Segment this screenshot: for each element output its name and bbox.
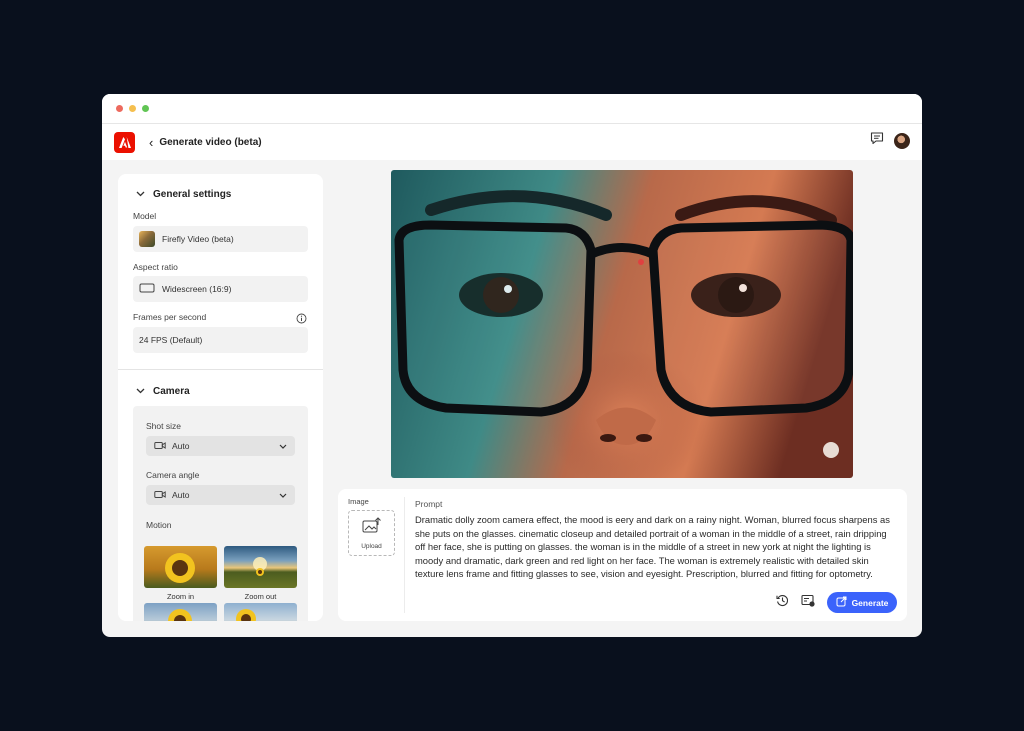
motion-label: Motion [146,520,172,530]
motion-option-label: Zoom in [166,592,195,601]
section-divider [118,369,323,370]
motion-option-zoom-out[interactable] [224,546,297,588]
shot-size-value: Auto [172,441,190,451]
prompt-actions: Generate [776,592,897,613]
upload-label: Upload [361,542,382,550]
model-thumbnail-icon [139,231,155,247]
generate-icon [836,596,847,609]
shot-size-label: Shot size [146,421,181,431]
model-select[interactable]: Firefly Video (beta) [133,226,308,252]
history-icon[interactable] [776,594,789,612]
upload-image-icon [362,516,382,539]
page-title: Generate video (beta) [159,136,262,148]
general-settings-heading: General settings [153,189,232,200]
image-label: Image [348,497,369,506]
user-avatar[interactable] [894,133,910,149]
chevron-down-icon [279,490,287,500]
app-header: ‹ Generate video (beta) [102,124,922,160]
video-preview[interactable] [391,170,853,478]
camera-angle-value: Auto [172,490,190,500]
camera-heading: Camera [153,386,190,397]
motion-option-3[interactable] [144,603,217,621]
prompt-card: Image Upload Prompt Dramatic dolly zoom … [338,489,907,621]
minimize-window-button[interactable] [129,105,136,112]
settings-sidebar: General settings Model Firefly Video (be… [118,174,323,621]
window-titlebar [102,94,922,124]
sunflower-image [168,609,192,621]
sunflower-image [253,557,267,576]
motion-option-zoom-in[interactable] [144,546,217,588]
chevron-down-icon [136,189,145,200]
sunflower-image [165,553,195,583]
fps-value: 24 FPS (Default) [139,335,203,345]
camera-angle-label: Camera angle [146,470,200,480]
prompt-label: Prompt [415,499,443,509]
general-settings-header[interactable]: General settings [136,189,231,200]
feedback-icon[interactable] [870,132,884,150]
aspect-ratio-select[interactable]: Widescreen (16:9) [133,276,308,302]
model-value: Firefly Video (beta) [162,234,234,244]
chevron-down-icon [136,386,145,397]
model-label: Model [133,211,157,221]
maximize-window-button[interactable] [142,105,149,112]
sunflower-image [236,609,256,621]
aspect-ratio-label: Aspect ratio [133,262,178,272]
camera-panel: Shot size Auto Camera angle Auto Motion … [133,406,308,621]
card-divider [404,497,405,613]
aspect-ratio-value: Widescreen (16:9) [162,284,232,294]
prompt-settings-icon[interactable] [801,594,815,612]
adobe-logo-icon[interactable] [114,131,135,153]
generate-button[interactable]: Generate [827,592,897,613]
portrait-preview-image [391,170,853,478]
chevron-down-icon [279,441,287,451]
close-window-button[interactable] [116,105,123,112]
app-window: ‹ Generate video (beta) General settings… [102,94,922,637]
motion-option-4[interactable] [224,603,297,621]
video-camera-icon [154,441,166,452]
motion-option-label: Zoom out [244,592,277,601]
fps-label: Frames per second [133,312,207,322]
generate-label: Generate [851,597,889,608]
fps-select[interactable]: 24 FPS (Default) [133,327,308,353]
camera-header[interactable]: Camera [136,386,190,397]
shot-size-dropdown[interactable]: Auto [146,436,295,456]
upload-image-button[interactable]: Upload [348,510,395,556]
widescreen-icon [139,283,155,295]
chevron-left-icon[interactable]: ‹ [149,135,153,150]
camera-angle-dropdown[interactable]: Auto [146,485,295,505]
prompt-input[interactable]: Dramatic dolly zoom camera effect, the m… [415,513,893,581]
video-camera-icon [154,490,166,501]
